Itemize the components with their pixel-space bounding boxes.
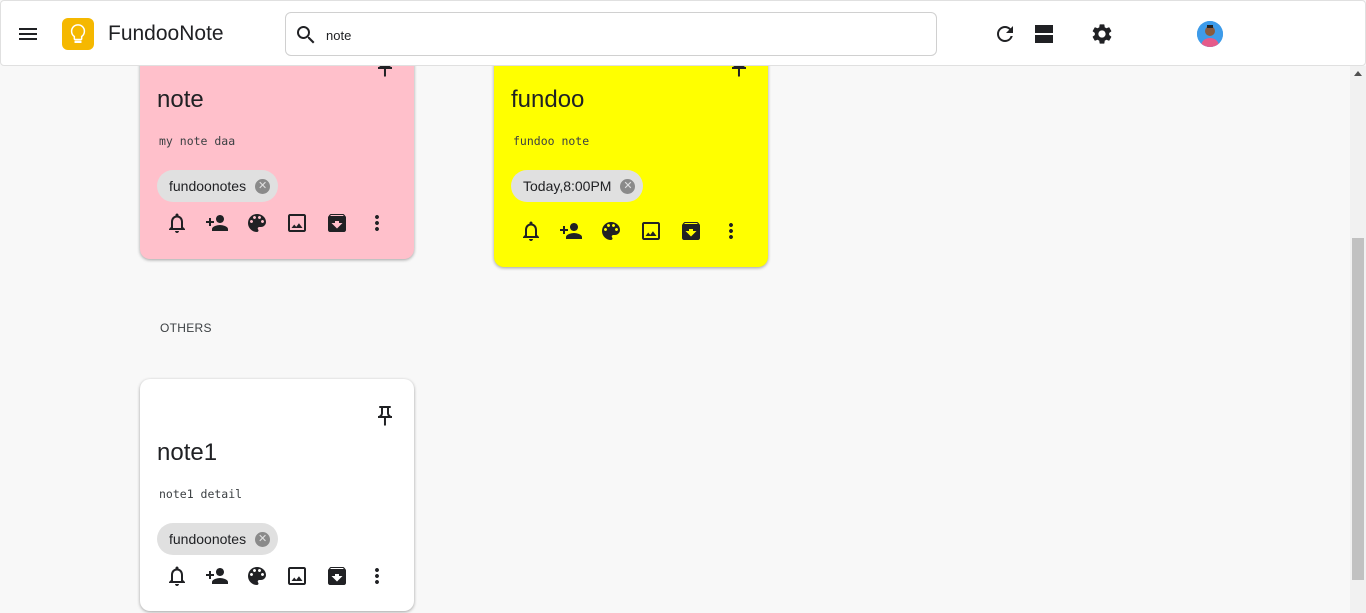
- refresh-icon[interactable]: [993, 22, 1017, 46]
- add-collaborator-icon[interactable]: [559, 219, 583, 243]
- archive-icon[interactable]: [679, 219, 703, 243]
- remove-chip-icon[interactable]: ✕: [255, 531, 271, 547]
- search-bar[interactable]: [285, 12, 937, 56]
- avatar[interactable]: [1197, 21, 1223, 47]
- palette-icon[interactable]: [245, 564, 269, 588]
- pin-outline-icon[interactable]: [373, 404, 397, 428]
- label-chip[interactable]: fundoonotes ✕: [157, 170, 279, 202]
- app-logo[interactable]: [62, 18, 94, 50]
- image-icon[interactable]: [285, 564, 309, 588]
- search-icon[interactable]: [294, 23, 318, 47]
- reminder-chip[interactable]: Today,8:00PM ✕: [511, 170, 644, 202]
- note-card[interactable]: note1 note1 detail fundoonotes ✕: [140, 379, 414, 611]
- note-body[interactable]: fundoo note: [513, 134, 589, 148]
- main-menu-button[interactable]: [13, 19, 43, 49]
- palette-icon[interactable]: [245, 211, 269, 235]
- archive-icon[interactable]: [325, 211, 349, 235]
- top-app-bar: FundooNote: [0, 0, 1366, 66]
- others-section-label: OTHERS: [160, 321, 212, 335]
- add-collaborator-icon[interactable]: [205, 564, 229, 588]
- keep-logo-icon: [70, 24, 86, 43]
- note-actions: [165, 564, 405, 588]
- more-vert-icon[interactable]: [365, 564, 389, 588]
- more-vert-icon[interactable]: [719, 219, 743, 243]
- user-avatar-icon: [1197, 21, 1223, 47]
- more-vert-icon[interactable]: [365, 211, 389, 235]
- remove-chip-icon[interactable]: ✕: [255, 178, 271, 194]
- menu-icon: [19, 28, 37, 40]
- chip-label: Today,8:00PM: [523, 178, 612, 194]
- palette-icon[interactable]: [599, 219, 623, 243]
- scroll-up-icon[interactable]: [1354, 71, 1362, 76]
- note-body[interactable]: my note daa: [159, 134, 235, 148]
- note-card[interactable]: fundoo fundoo note Today,8:00PM ✕: [494, 40, 768, 267]
- list-view-icon[interactable]: [1032, 22, 1056, 46]
- note-title[interactable]: note1: [157, 439, 217, 467]
- note-actions: [519, 219, 759, 243]
- vertical-scrollbar[interactable]: [1350, 66, 1366, 613]
- scrollbar-thumb[interactable]: [1352, 238, 1364, 580]
- chip-label: fundoonotes: [169, 531, 247, 547]
- search-input[interactable]: [326, 23, 916, 47]
- note-card[interactable]: note my note daa fundoonotes ✕: [140, 40, 414, 259]
- note-actions: [165, 211, 405, 235]
- remove-chip-icon[interactable]: ✕: [620, 178, 636, 194]
- bell-icon[interactable]: [165, 564, 189, 588]
- add-collaborator-icon[interactable]: [205, 211, 229, 235]
- image-icon[interactable]: [639, 219, 663, 243]
- note-title[interactable]: fundoo: [511, 86, 584, 114]
- chip-label: fundoonotes: [169, 178, 247, 194]
- bell-icon[interactable]: [165, 211, 189, 235]
- label-chip[interactable]: fundoonotes ✕: [157, 523, 279, 555]
- note-title[interactable]: note: [157, 86, 204, 114]
- settings-icon[interactable]: [1090, 22, 1114, 46]
- app-title: FundooNote: [108, 22, 224, 45]
- bell-icon[interactable]: [519, 219, 543, 243]
- note-body[interactable]: note1 detail: [159, 487, 242, 501]
- image-icon[interactable]: [285, 211, 309, 235]
- archive-icon[interactable]: [325, 564, 349, 588]
